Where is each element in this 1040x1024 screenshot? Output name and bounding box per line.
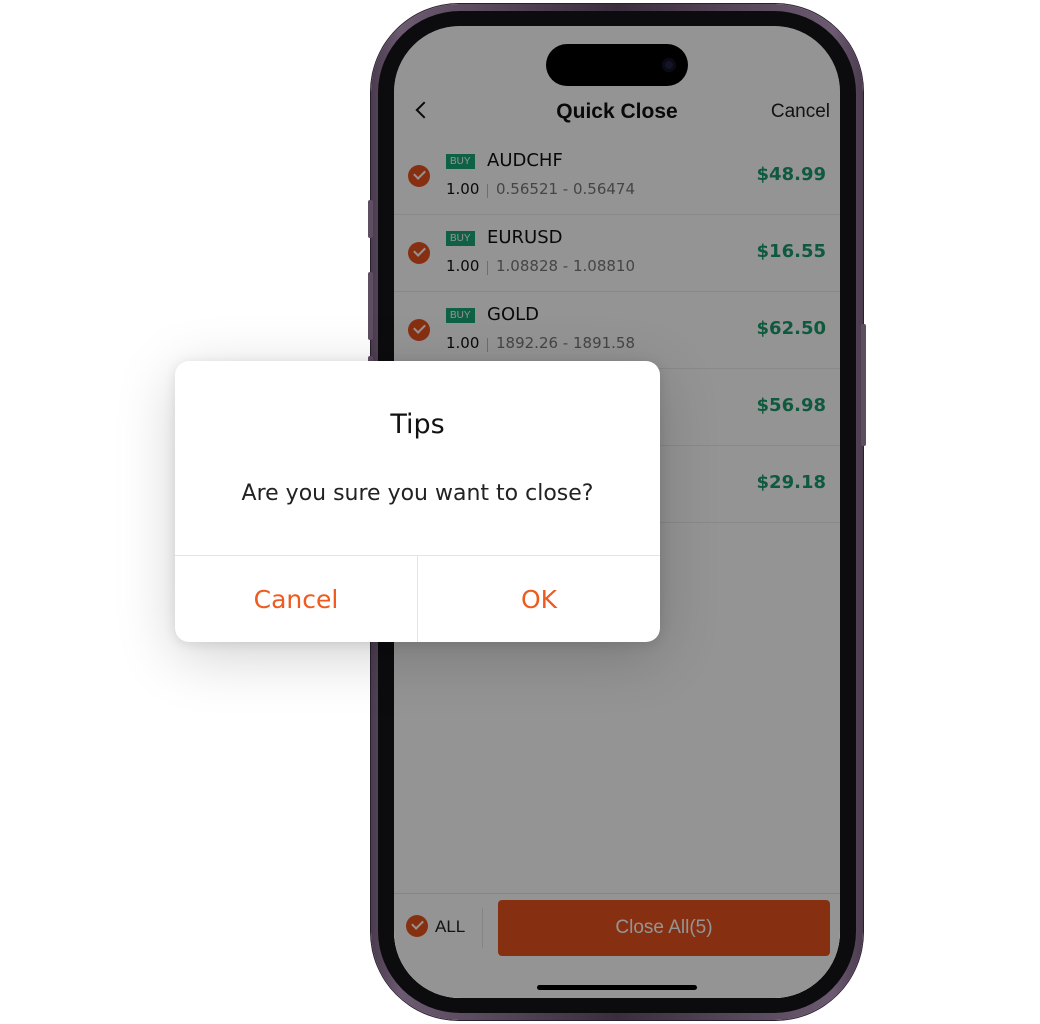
power-button xyxy=(861,324,866,446)
dialog-cancel-button[interactable]: Cancel xyxy=(175,556,417,642)
confirm-dialog: Tips Are you sure you want to close? Can… xyxy=(175,361,660,642)
action-button xyxy=(368,200,373,238)
dialog-actions: Cancel OK xyxy=(175,555,660,642)
volume-up-button xyxy=(368,272,373,340)
dialog-message: Are you sure you want to close? xyxy=(241,481,594,506)
dynamic-island xyxy=(546,44,688,86)
dialog-ok-button[interactable]: OK xyxy=(417,556,660,642)
dialog-title: Tips xyxy=(390,409,445,440)
front-camera xyxy=(662,58,676,72)
home-indicator[interactable] xyxy=(537,985,697,990)
